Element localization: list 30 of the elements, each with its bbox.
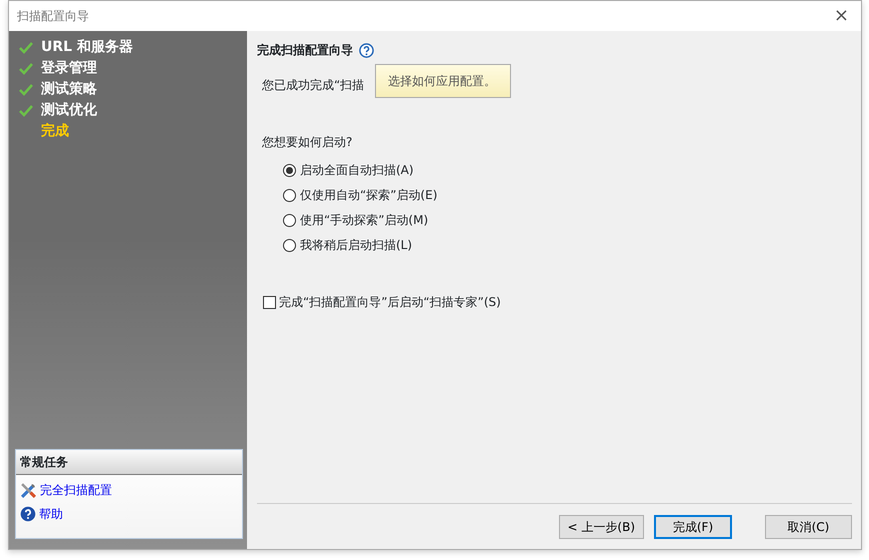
radio-button[interactable] [283,238,296,252]
step-label: 测试优化 [41,101,97,120]
option-label: 使用“手动探索”启动(M) [300,212,428,229]
window-title: 扫描配置向导 [17,8,89,25]
close-button[interactable]: × [830,7,853,25]
intro-text: 您已成功完成“扫描 [262,78,364,92]
option-label: 仅使用自动“探索”启动(E) [300,187,438,204]
help-icon[interactable] [359,42,374,58]
help-icon [20,506,36,522]
radio-button[interactable] [283,164,296,176]
radio-button[interactable] [283,214,296,226]
tools-icon [20,482,37,498]
option-label: 启动全面自动扫描(A) [300,162,414,179]
step-label: URL 和服务器 [41,38,133,57]
dialog-button[interactable]: 完成(F) [654,515,732,539]
tooltip: 选择如何应用配置。 [375,64,511,98]
step-label: 完成 [41,122,69,141]
panel-header: 常规任务 [16,450,242,475]
page-heading: 完成扫描配置向导 [257,42,353,59]
option-label: 我将稍后启动扫描(L) [300,237,412,254]
radio-button[interactable] [283,188,296,202]
checkbox[interactable] [263,296,276,308]
task-link[interactable]: 帮助 [16,502,242,526]
dialog-button[interactable]: < 上一步(B) [558,515,644,539]
checkbox-label: 完成“扫描配置向导”后启动“扫描专家”(S) [279,294,501,311]
dialog-button[interactable]: 取消(C) [765,515,852,539]
task-link[interactable]: 完全扫描配置 [16,478,242,502]
question-text: 您想要如何启动? [262,135,352,149]
step-label: 测试策略 [41,80,97,99]
step-label: 登录管理 [41,59,97,78]
